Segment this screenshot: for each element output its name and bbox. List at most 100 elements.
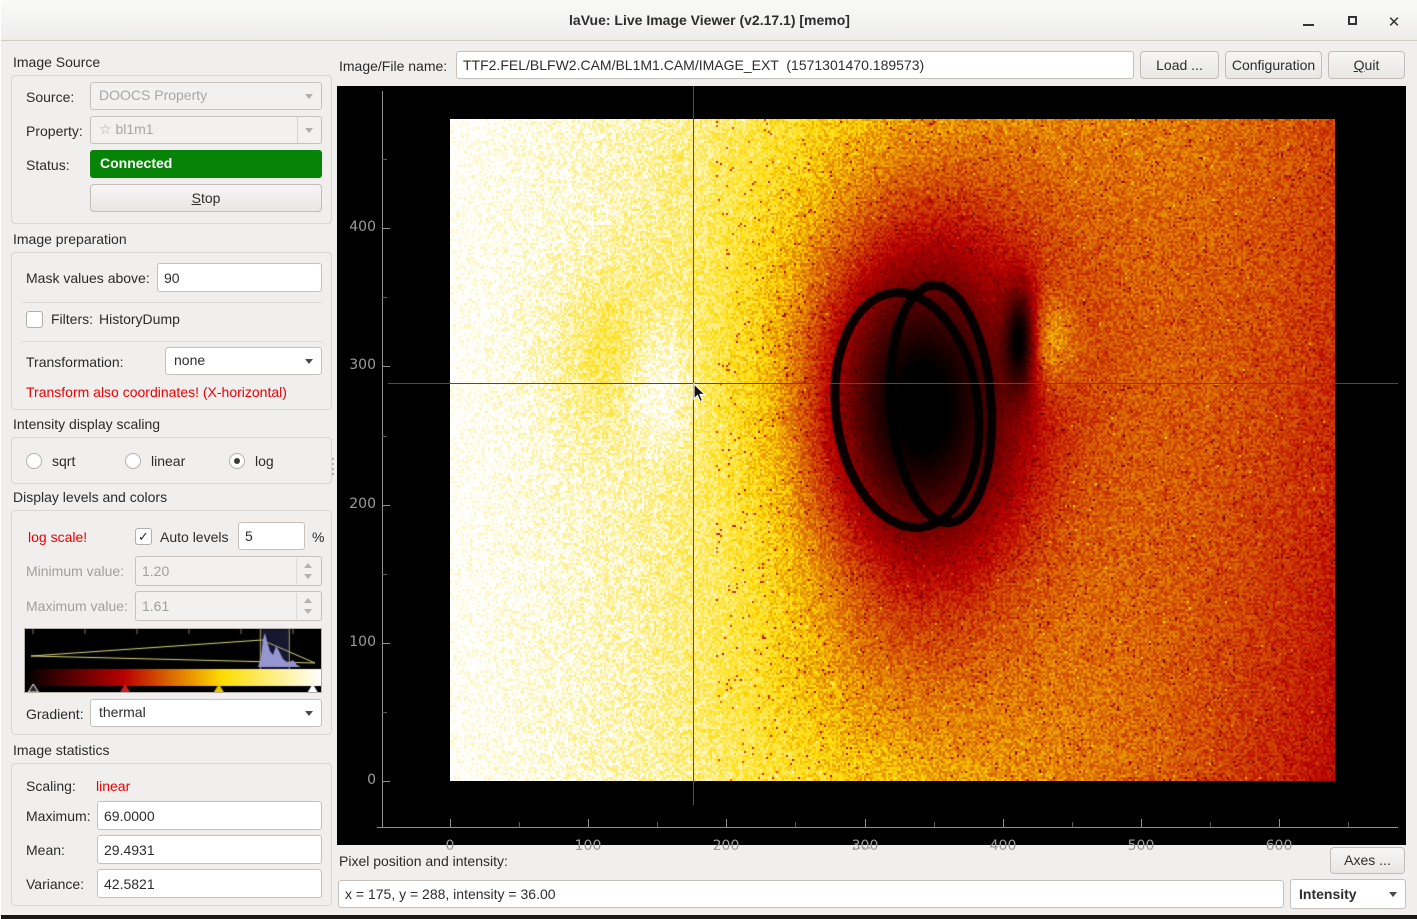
chevron-down-icon <box>305 711 313 716</box>
axes-button[interactable]: Axes ... <box>1330 847 1405 874</box>
x-tick-label: 0 <box>428 838 472 854</box>
min-label: Minimum value: <box>26 563 124 579</box>
close-button[interactable]: ✕ <box>1383 10 1405 32</box>
stop-button[interactable]: Stop <box>90 184 322 212</box>
window-title: laVue: Live Image Viewer (v2.17.1) [memo… <box>1 12 1417 28</box>
filters-value: HistoryDump <box>99 311 180 327</box>
histogram-canvas[interactable] <box>25 629 321 692</box>
minimize-button[interactable] <box>1297 10 1319 32</box>
crosshair-vertical <box>693 86 694 805</box>
pixel-position-input[interactable] <box>338 880 1284 908</box>
section-image-preparation: Image preparation <box>13 231 127 247</box>
property-value: bl1m1 <box>115 121 153 137</box>
stat-mean-input[interactable] <box>97 835 322 864</box>
intensity-scaling-group: sqrt linear log <box>11 437 332 484</box>
filters-checkbox[interactable] <box>26 311 43 328</box>
radio-log[interactable] <box>229 453 245 469</box>
radio-log-label: log <box>255 453 274 469</box>
transform-warning: Transform also coordinates! (X-horizonta… <box>26 384 287 400</box>
title-bar: laVue: Live Image Viewer (v2.17.1) [memo… <box>1 0 1417 41</box>
auto-levels-input[interactable] <box>238 522 305 550</box>
stat-variance-input[interactable] <box>97 869 322 898</box>
section-display-levels: Display levels and colors <box>13 489 167 505</box>
splitter-handle[interactable] <box>332 458 334 475</box>
gradient-value: thermal <box>99 704 146 720</box>
file-name-label: Image/File name: <box>339 58 447 74</box>
radio-linear[interactable] <box>125 453 141 469</box>
y-tick-label: 200 <box>338 496 376 512</box>
x-tick-label: 300 <box>843 838 887 854</box>
x-axis-line <box>377 827 1398 828</box>
x-tick-label: 600 <box>1257 838 1301 854</box>
pixel-position-label: Pixel position and intensity: <box>339 853 508 869</box>
app-window: laVue: Live Image Viewer (v2.17.1) [memo… <box>0 0 1417 919</box>
section-image-statistics: Image statistics <box>13 742 109 758</box>
window-bottom-edge <box>1 915 1417 919</box>
y-tick-label: 300 <box>338 357 376 373</box>
source-combobox: DOOCS Property <box>90 82 322 110</box>
source-value: DOOCS Property <box>99 87 207 103</box>
channel-value: Intensity <box>1299 886 1357 902</box>
log-scale-warning: log scale! <box>28 529 87 545</box>
transformation-combobox[interactable]: none <box>165 347 322 375</box>
gradient-label: Gradient: <box>26 706 84 722</box>
x-tick-label: 500 <box>1119 838 1163 854</box>
quit-button[interactable]: Quit <box>1328 51 1405 79</box>
histogram-widget[interactable] <box>24 628 322 693</box>
image-plot[interactable]: 01002003004005006000100200300400 <box>337 86 1406 845</box>
x-tick-label: 400 <box>981 838 1025 854</box>
max-label: Maximum value: <box>26 598 128 614</box>
property-combobox: ☆ bl1m1 <box>90 116 322 144</box>
gradient-combobox[interactable]: thermal <box>90 699 322 727</box>
configuration-button[interactable]: Configuration <box>1225 51 1322 79</box>
camera-image-canvas[interactable] <box>450 119 1335 781</box>
maximize-button[interactable] <box>1341 10 1363 32</box>
stat-scaling-label: Scaling: <box>26 778 76 794</box>
spinner-arrows-icon <box>296 593 320 619</box>
stat-maximum-input[interactable] <box>97 801 322 830</box>
file-name-input[interactable] <box>456 51 1134 79</box>
min-value: 1.20 <box>142 563 169 579</box>
divider <box>22 341 322 342</box>
chevron-down-icon <box>305 128 313 133</box>
divider <box>22 302 322 303</box>
auto-levels-label: Auto levels <box>160 529 228 545</box>
channel-combobox[interactable]: Intensity <box>1290 879 1406 909</box>
display-levels-group: log scale! ✓ Auto levels % Minimum value… <box>11 510 332 735</box>
image-preparation-group: Mask values above: Filters: HistoryDump … <box>11 252 332 410</box>
x-tick-label: 200 <box>704 838 748 854</box>
auto-levels-checkbox[interactable]: ✓ <box>135 528 152 545</box>
chevron-down-icon <box>305 94 313 99</box>
y-tick-label: 400 <box>338 219 376 235</box>
image-source-group: Source: DOOCS Property Property: ☆ bl1m1… <box>11 75 332 224</box>
crosshair-horizontal <box>388 383 1398 384</box>
image-statistics-group: Scaling: linear Maximum: Mean: Variance: <box>11 763 332 906</box>
property-dropdown-section <box>297 117 321 143</box>
star-icon: ☆ <box>99 121 112 137</box>
mouse-cursor-icon <box>693 383 707 403</box>
section-image-source: Image Source <box>13 54 100 70</box>
y-axis-line <box>382 91 383 828</box>
min-spinbox: 1.20 <box>135 556 322 586</box>
filters-label: Filters: <box>51 311 93 327</box>
property-label: Property: <box>26 123 83 139</box>
mask-input[interactable] <box>157 263 322 292</box>
splitter-handle[interactable] <box>853 847 870 849</box>
stat-scaling-value: linear <box>96 778 130 794</box>
spinner-arrows-icon <box>296 558 320 584</box>
max-value: 1.61 <box>142 598 169 614</box>
radio-sqrt-label: sqrt <box>52 453 75 469</box>
radio-sqrt[interactable] <box>26 453 42 469</box>
status-badge: Connected <box>90 150 322 178</box>
stat-maximum-label: Maximum: <box>26 808 91 824</box>
chevron-down-icon <box>305 359 313 364</box>
load-button[interactable]: Load ... <box>1140 51 1219 79</box>
y-tick-label: 100 <box>338 634 376 650</box>
y-tick-label: 0 <box>338 772 376 788</box>
chevron-down-icon <box>1389 892 1397 897</box>
percent-label: % <box>312 529 324 545</box>
transformation-label: Transformation: <box>26 354 124 370</box>
radio-linear-label: linear <box>151 453 185 469</box>
status-label: Status: <box>26 157 70 173</box>
max-spinbox: 1.61 <box>135 591 322 621</box>
